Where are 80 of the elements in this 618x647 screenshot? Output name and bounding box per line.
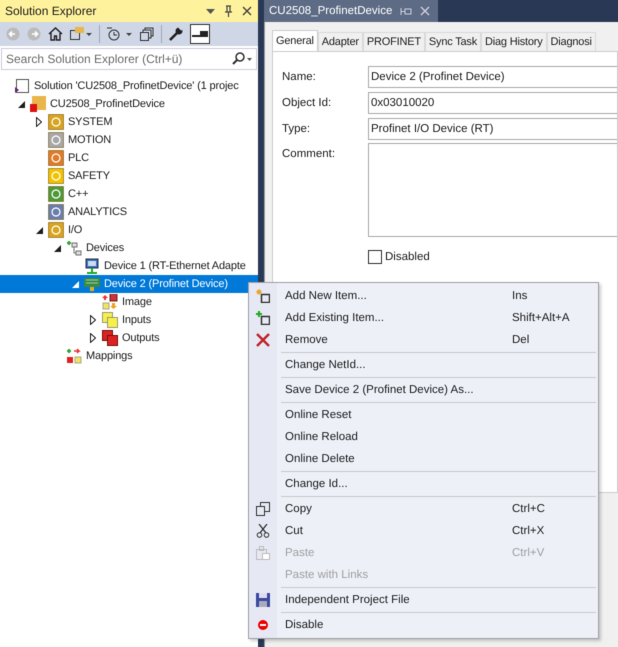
text-field[interactable]: 0x03010020: [368, 92, 617, 114]
image-icon: [102, 294, 118, 310]
remove-icon: [256, 333, 270, 347]
shortcut-label: Ins: [512, 290, 528, 302]
tree-item[interactable]: SAFETY: [0, 167, 258, 185]
tab[interactable]: PROFINET: [362, 32, 425, 51]
tab[interactable]: General: [272, 30, 318, 51]
comment-field[interactable]: [368, 143, 617, 237]
field-label: Object Id:: [282, 97, 332, 109]
tab[interactable]: Adapter: [318, 32, 363, 51]
search-field[interactable]: Search Solution Explorer (Ctrl+ü): [1, 48, 257, 70]
module-icon: [48, 204, 64, 220]
squares-icon: [102, 312, 118, 328]
tree-item[interactable]: CU2508_ProfinetDevice: [0, 95, 258, 113]
shortcut-label: Del: [512, 334, 530, 346]
menu-item[interactable]: Disable: [249, 614, 598, 636]
text-field[interactable]: Profinet I/O Device (RT): [368, 118, 617, 140]
menu-item[interactable]: Online Delete: [249, 448, 598, 470]
search-icon[interactable]: [232, 52, 252, 66]
text-field[interactable]: Device 2 (Profinet Device): [368, 66, 617, 88]
squares-icon: [102, 330, 118, 346]
solution-icon: [14, 78, 30, 94]
module-icon: [48, 222, 64, 238]
field-label: Comment:: [282, 147, 336, 160]
tree-item[interactable]: C++: [0, 185, 258, 203]
checkbox-label[interactable]: Disabled: [385, 251, 430, 263]
menu-item[interactable]: Independent Project File: [249, 589, 598, 611]
module-icon: [48, 132, 64, 148]
menu-item[interactable]: Online Reset: [249, 404, 598, 426]
module-icon: [48, 150, 64, 166]
new-item-icon: [256, 289, 270, 303]
home-icon[interactable]: [48, 27, 63, 41]
menu-item[interactable]: Save Device 2 (Profinet Device) As...: [249, 379, 598, 401]
field-label: Name:: [282, 71, 317, 83]
project-icon: [30, 96, 46, 112]
tree-item[interactable]: Device 2 (Profinet Device): [0, 275, 258, 293]
copy-icon: [256, 502, 270, 516]
shortcut-label: Shift+Alt+A: [512, 312, 571, 324]
menu-item[interactable]: Copy Ctrl+C: [249, 498, 598, 520]
expanded-arrow-icon[interactable]: [54, 244, 60, 252]
tree-item[interactable]: I/O: [0, 221, 258, 239]
paste-icon: [256, 546, 270, 560]
tree-item[interactable]: SYSTEM: [0, 113, 258, 131]
mapping-icon: [66, 348, 82, 364]
stop-icon: [258, 620, 268, 630]
checkbox[interactable]: [368, 250, 382, 264]
pin-icon[interactable]: [224, 5, 233, 17]
collapsed-arrow-icon[interactable]: [36, 117, 42, 127]
field-label: Type:: [282, 123, 312, 135]
shortcut-label: Ctrl+C: [512, 503, 546, 515]
tree-item[interactable]: Solution 'CU2508_ProfinetDevice' (1 projec: [0, 77, 258, 95]
tree-item[interactable]: MOTION: [0, 131, 258, 149]
tree-item[interactable]: Devices: [0, 239, 258, 257]
menu-item[interactable]: Change Id...: [249, 473, 598, 495]
monitor-icon: [84, 258, 100, 274]
board-icon: [84, 276, 100, 292]
expanded-arrow-icon[interactable]: [36, 226, 42, 234]
expanded-arrow-icon[interactable]: [18, 100, 24, 108]
module-icon: [48, 186, 64, 202]
tree-item[interactable]: PLC: [0, 149, 258, 167]
tab[interactable]: Sync Task: [424, 32, 482, 51]
module-icon: [48, 114, 64, 130]
tab[interactable]: Diag History: [481, 32, 547, 51]
dropdown-caret-icon[interactable]: [206, 8, 215, 14]
panel-title: Solution Explorer: [5, 4, 98, 18]
shortcut-label: Ctrl+V: [512, 547, 546, 559]
windows-icon[interactable]: [140, 27, 154, 41]
shortcut-label: Ctrl+X: [512, 525, 546, 537]
menu-item[interactable]: Cut Ctrl+X: [249, 520, 598, 542]
tree-item[interactable]: ANALYTICS: [0, 203, 258, 221]
tree-item[interactable]: Device 1 (RT-Ethernet Adapte: [0, 257, 258, 275]
close-icon[interactable]: [242, 6, 252, 16]
add-item-icon: [256, 311, 270, 325]
menu-item[interactable]: Online Reload: [249, 426, 598, 448]
tab[interactable]: Diagnosi: [546, 32, 596, 51]
cut-icon: [256, 524, 270, 538]
preview-toggle-icon[interactable]: [190, 24, 210, 44]
device-tree-icon: [66, 240, 82, 256]
wrench-icon[interactable]: [169, 27, 183, 41]
module-icon: [48, 168, 64, 184]
